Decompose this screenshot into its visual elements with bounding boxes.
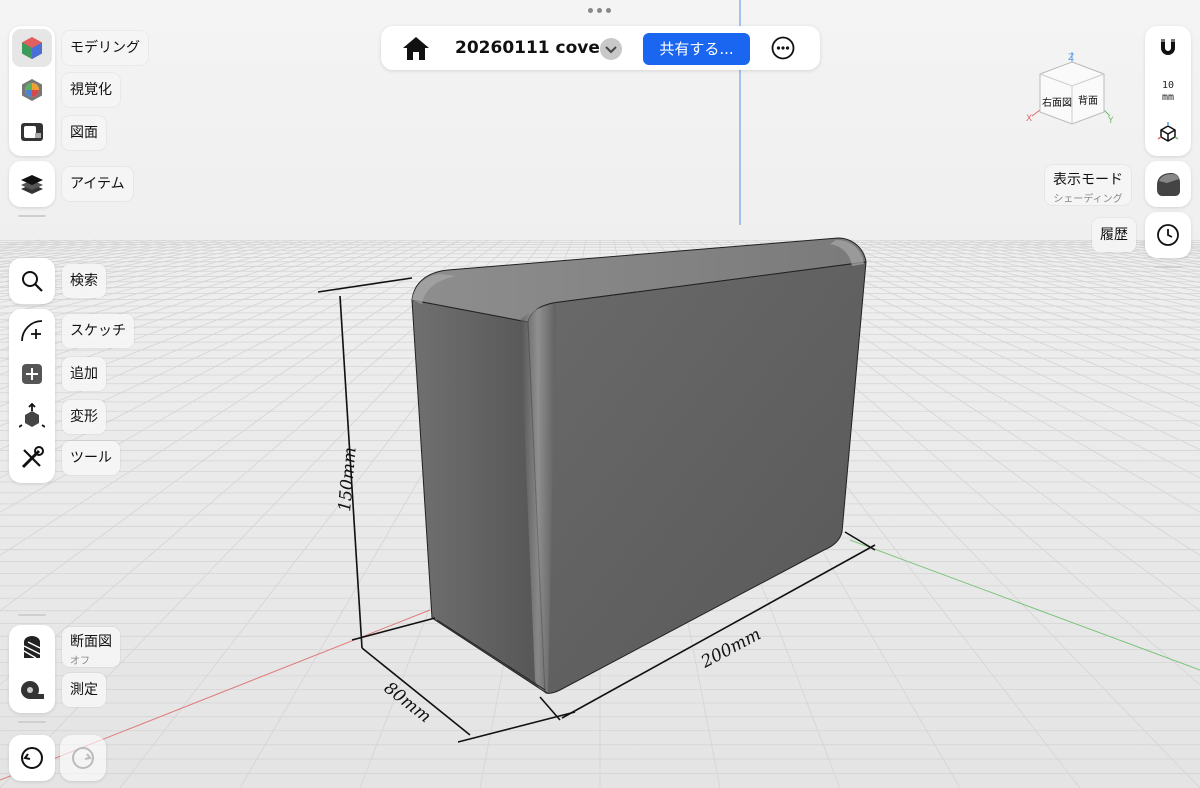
view-cube-face-back: 背面	[1078, 94, 1098, 107]
redo-icon	[72, 747, 94, 769]
tools-label: ツール	[62, 441, 120, 475]
modeling-label: モデリング	[62, 31, 148, 65]
drawing-sheet-icon	[21, 123, 43, 141]
measure-label: 測定	[62, 673, 106, 707]
transform-move-icon	[19, 403, 45, 428]
drawing-label: 図面	[62, 116, 106, 150]
document-menu-button[interactable]	[600, 38, 622, 60]
search-label: 検索	[62, 264, 106, 298]
items-label: アイテム	[62, 167, 133, 201]
document-toolbar: 20260111 cover 共有する...	[381, 26, 820, 70]
snap-toggle-button[interactable]	[1148, 29, 1188, 67]
tools-button[interactable]	[12, 439, 52, 477]
wrench-icon	[21, 446, 44, 469]
left-separator-2	[18, 614, 46, 616]
tape-measure-icon	[21, 681, 44, 699]
home-button[interactable]	[401, 34, 431, 62]
add-label: 追加	[62, 357, 106, 391]
transform-button[interactable]	[12, 397, 52, 435]
snap-increment-unit: mm	[1161, 92, 1175, 103]
section-view-state: オフ	[70, 656, 90, 667]
redo-button[interactable]	[60, 735, 106, 781]
view-cube-axis-z: Z	[1068, 53, 1074, 63]
section-view-title: 断面図	[70, 634, 112, 650]
section-view-icon	[23, 636, 41, 659]
sketch-label: スケッチ	[62, 314, 134, 348]
items-button[interactable]	[12, 165, 52, 203]
drawing-workspace-button[interactable]	[12, 113, 52, 151]
drag-handle[interactable]	[588, 8, 612, 16]
3d-viewport[interactable]: 150mm 200mm 80mm	[0, 0, 1200, 788]
display-mode-label: 表示モード シェーディング	[1045, 165, 1131, 205]
add-plus-icon	[22, 364, 42, 384]
view-cube[interactable]: Z X Y 右面図 背面	[1022, 48, 1120, 130]
axis-cube-icon	[1157, 122, 1179, 142]
search-button[interactable]	[12, 262, 52, 300]
more-icon	[771, 36, 795, 60]
snap-increment-value: 10	[1161, 80, 1175, 91]
shaded-mode-icon	[1157, 173, 1180, 196]
visualize-workspace-button[interactable]	[12, 71, 52, 109]
measure-button[interactable]	[12, 671, 52, 709]
left-separator-3	[18, 721, 46, 723]
undo-icon	[21, 747, 43, 769]
view-orientation-button[interactable]	[1148, 114, 1188, 152]
more-options-button[interactable]	[771, 36, 795, 60]
home-icon	[403, 37, 429, 60]
display-mode-button[interactable]	[1145, 161, 1191, 207]
add-button[interactable]	[12, 355, 52, 393]
history-label: 履歴	[1092, 218, 1136, 252]
modeling-cube-icon	[22, 37, 42, 59]
clock-icon	[1157, 224, 1179, 246]
share-button[interactable]: 共有する...	[643, 33, 750, 65]
undo-button[interactable]	[9, 735, 55, 781]
transform-label: 変形	[62, 400, 106, 434]
view-cube-axis-y: Y	[1107, 116, 1114, 126]
sketch-button[interactable]	[12, 312, 52, 350]
visualize-hexagon-icon	[22, 79, 42, 101]
history-button[interactable]	[1145, 212, 1191, 258]
right-separator	[1154, 266, 1182, 268]
left-separator-1	[18, 215, 46, 217]
view-cube-axis-x: X	[1026, 114, 1032, 124]
document-title[interactable]: 20260111 cover	[455, 26, 608, 70]
display-mode-value: シェーディング	[1053, 194, 1123, 205]
magnet-icon	[1161, 39, 1175, 55]
chevron-down-icon	[605, 46, 617, 54]
search-icon	[22, 271, 43, 292]
sketch-arc-icon	[21, 320, 43, 342]
view-cube-face-right: 右面図	[1042, 96, 1072, 109]
layers-icon	[21, 175, 43, 194]
visualize-label: 視覚化	[62, 73, 120, 107]
section-view-button[interactable]	[12, 628, 52, 666]
modeling-workspace-button[interactable]	[12, 29, 52, 67]
display-mode-title: 表示モード	[1053, 172, 1123, 188]
snap-increment-button[interactable]: 10 mm	[1148, 76, 1188, 108]
section-view-label: 断面図 オフ	[62, 627, 120, 667]
